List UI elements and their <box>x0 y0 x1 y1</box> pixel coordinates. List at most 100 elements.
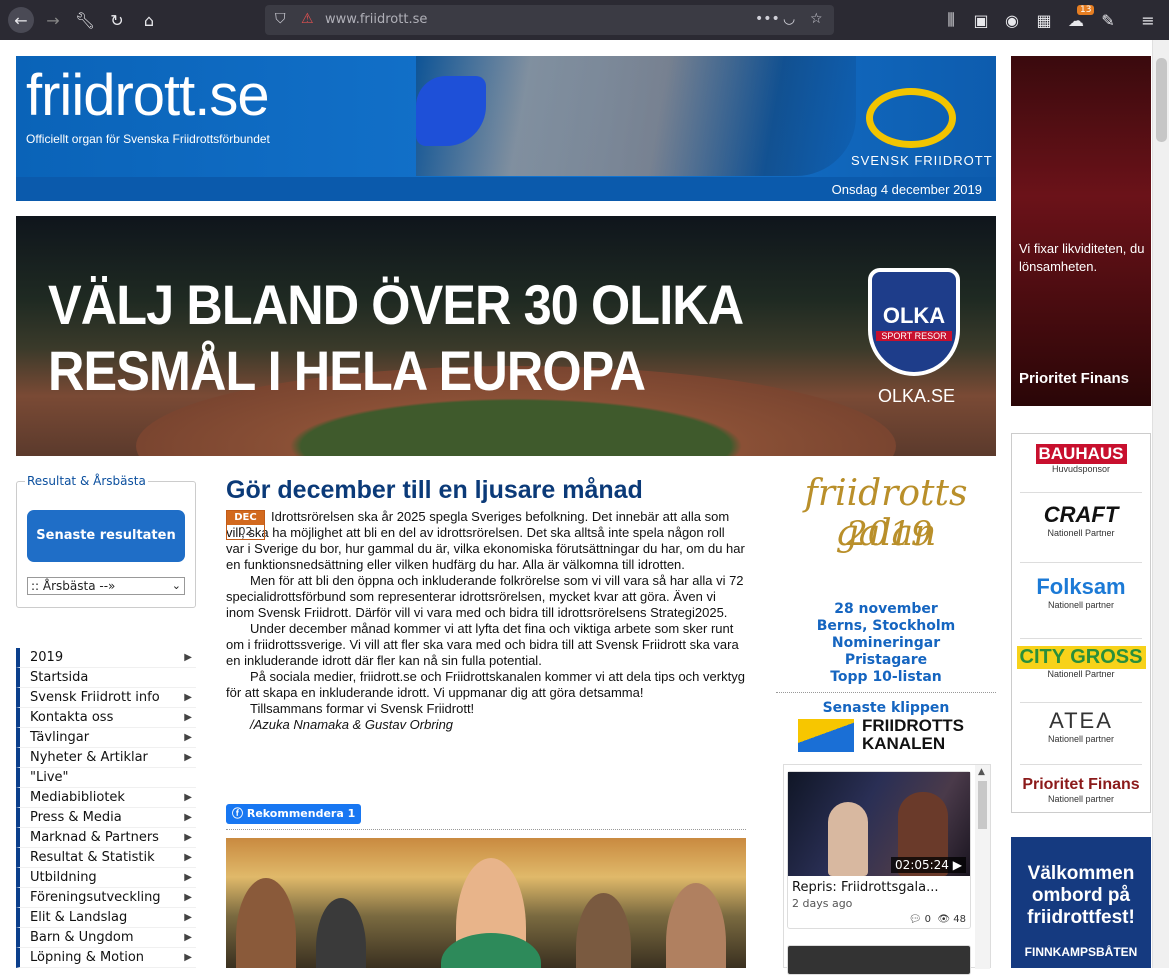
nav-item-lopning-motion[interactable]: Löpning & Motion ▶ <box>16 948 196 968</box>
article-body: Idrottsrörelsen ska år 2025 spegla Sveri… <box>226 509 746 733</box>
prioritet-ad-brand: Prioritet Finans <box>1019 370 1130 387</box>
page-scrollbar[interactable] <box>1152 40 1169 968</box>
gala-links: 28 november Berns, Stockholm Nomineringa… <box>776 601 996 686</box>
library-icon[interactable]: ⫼ <box>938 7 964 33</box>
chevron-right-icon: ▶ <box>184 692 192 703</box>
nav-item-foreningsutveckling[interactable]: Föreningsutveckling ▶ <box>16 888 196 908</box>
latest-clips-heading[interactable]: Senaste klippen <box>776 700 996 716</box>
finnkampen-ad-footer: FINNKAMPSBÅTEN <box>1024 945 1138 959</box>
nav-item-live[interactable]: "Live" <box>16 768 196 788</box>
federation-emblem-icon <box>866 88 956 148</box>
url-text[interactable]: www.friidrott.se <box>325 12 427 27</box>
olka-banner-ad[interactable]: VÄLJ BLAND ÖVER 30 OLIKA RESMÅL I HELA E… <box>16 216 996 456</box>
friidrottskanalen-widget: Senaste klippen FRIIDROTTS KANALEN <box>776 700 996 753</box>
sponsor-prioritet[interactable]: Prioritet Finans Nationell partner <box>1016 776 1146 804</box>
forward-icon[interactable]: → <box>40 7 66 33</box>
article-month: DEC <box>227 511 264 525</box>
sidebar-nav: 2019 ▶ Startsida Svensk Friidrott info ▶ K… <box>16 648 196 968</box>
olka-logo-icon: OLKA SPORT RESOR <box>868 268 960 376</box>
video-card[interactable]: 02:05:24 ▶ Repris: Friidrottsgala... 2 d… <box>787 771 971 929</box>
gala-top10-link[interactable]: Topp 10-listan <box>776 669 996 686</box>
results-box: Resultat & Årsbästa Senaste resultaten :… <box>16 474 196 608</box>
nav-item-tavlingar[interactable]: Tävlingar ▶ <box>16 728 196 748</box>
olka-brand: OLKA <box>882 303 946 328</box>
comment-icon: 💬︎ <box>908 914 922 925</box>
chevron-right-icon: ▶ <box>184 852 192 863</box>
views-icon: 👁︎ <box>937 914 951 925</box>
gala-venue[interactable]: Berns, Stockholm <box>776 618 996 635</box>
gala-winners-link[interactable]: Pristagare <box>776 652 996 669</box>
back-icon[interactable]: ← <box>8 7 34 33</box>
browser-toolbar: ← → 🔧︎ ↻ ⌂ ⛉ ⚠ www.friidrott.se ••• ◡ ☆ … <box>0 0 1169 40</box>
site-header[interactable]: friidrott.se Officiellt organ för Svensk… <box>16 56 996 201</box>
menu-icon[interactable]: ≡ <box>1135 7 1161 33</box>
nav-item-svensk-friidrott-info[interactable]: Svensk Friidrott info ▶ <box>16 688 196 708</box>
scroll-up-icon[interactable]: ▲ <box>978 767 985 777</box>
nav-item-nyheter[interactable]: Nyheter & Artiklar ▶ <box>16 748 196 768</box>
federation-name: SVENSK FRIIDROTT <box>851 153 993 168</box>
video-list-scrollbar[interactable]: ▲ <box>975 765 990 969</box>
bookmark-star-icon[interactable]: ☆ <box>810 11 823 27</box>
gala-date[interactable]: 28 november <box>776 601 996 618</box>
prioritet-ad-text: Vi fixar likviditeten, du lönsamheten. <box>1019 241 1145 274</box>
chevron-right-icon: ▶ <box>184 832 192 843</box>
article-paragraph: Idrottsrörelsen ska år 2025 spegla Sveri… <box>226 509 745 572</box>
chevron-right-icon: ▶ <box>184 892 192 903</box>
nav-item-2019[interactable]: 2019 ▶ <box>16 648 196 668</box>
article-date-badge: DEC 02 <box>226 510 265 540</box>
main-article: Gör december till en ljusare månad Idrot… <box>226 475 746 732</box>
nav-item-marknad-partners[interactable]: Marknad & Partners ▶ <box>16 828 196 848</box>
sponsor-atea[interactable]: ATEA Nationell partner <box>1016 708 1146 744</box>
nav-item-kontakta-oss[interactable]: Kontakta oss ▶ <box>16 708 196 728</box>
sponsor-craft[interactable]: CRAFT Nationell Partner <box>1016 502 1146 538</box>
pen-icon[interactable]: ✎ <box>1095 7 1121 33</box>
chevron-down-icon: ⌄ <box>171 579 181 592</box>
site-logo[interactable]: friidrott.se <box>26 62 270 129</box>
chevron-right-icon: ▶ <box>184 752 192 763</box>
video-thumbnail[interactable]: 02:05:24 ▶ <box>788 772 970 876</box>
chevron-right-icon: ▶ <box>184 872 192 883</box>
nav-item-utbildning[interactable]: Utbildning ▶ <box>16 868 196 888</box>
chevron-right-icon: ▶ <box>184 912 192 923</box>
insecure-lock-icon[interactable]: ⚠ <box>301 11 314 27</box>
video-title[interactable]: Repris: Friidrottsgala... <box>788 876 970 895</box>
pocket-icon[interactable]: ◡ <box>783 11 795 27</box>
url-bar[interactable]: ⛉ ⚠ www.friidrott.se ••• ◡ ☆ <box>265 5 834 35</box>
scrollbar-thumb[interactable] <box>1156 58 1167 142</box>
sponsor-city-gross[interactable]: CITY GROSS Nationell Partner <box>1016 646 1146 679</box>
extension-icon[interactable]: ▦ <box>1031 7 1057 33</box>
nav-item-barn-ungdom[interactable]: Barn & Ungdom ▶ <box>16 928 196 948</box>
gala-nominations-link[interactable]: Nomineringar <box>776 635 996 652</box>
friidrottskanalen-logo[interactable]: FRIIDROTTS KANALEN <box>798 717 978 755</box>
sponsor-folksam[interactable]: Folksam Nationell partner <box>1016 574 1146 610</box>
prioritet-finans-ad[interactable]: Vi fixar likviditeten, du lönsamheten. P… <box>1011 56 1151 406</box>
nav-item-startsida[interactable]: Startsida <box>16 668 196 688</box>
home-icon[interactable]: ⌂ <box>136 7 162 33</box>
wrench-icon[interactable]: 🔧︎ <box>72 7 98 33</box>
sponsor-bauhaus[interactable]: BAUHAUS Huvudsponsor <box>1016 444 1146 474</box>
video-list[interactable]: 02:05:24 ▶ Repris: Friidrottsgala... 2 d… <box>783 764 991 975</box>
account-icon[interactable]: ◉ <box>999 7 1025 33</box>
friidrottsgalan-promo[interactable]: friidrotts galan 2019 28 november Berns,… <box>776 474 996 689</box>
runners-photo[interactable] <box>226 838 746 968</box>
latest-results-button[interactable]: Senaste resultaten <box>27 510 185 562</box>
article-title[interactable]: Gör december till en ljusare månad <box>226 475 746 505</box>
video-card[interactable] <box>787 945 971 975</box>
season-best-select[interactable]: :: Årsbästa --» ⌄ <box>27 577 185 595</box>
sponsor-list: BAUHAUS Huvudsponsor CRAFT Nationell Par… <box>1011 433 1151 813</box>
facebook-recommend-button[interactable]: ⓕ Rekommendera 1 <box>226 804 361 824</box>
sidebar-icon[interactable]: ▣ <box>968 7 994 33</box>
chevron-right-icon: ▶ <box>184 732 192 743</box>
shield-icon[interactable]: ⛉ <box>275 11 286 27</box>
nav-item-resultat-statistik[interactable]: Resultat & Statistik ▶ <box>16 848 196 868</box>
finnkampen-ad[interactable]: Välkommen ombord på friidrottfest! FINNK… <box>1011 837 1151 968</box>
page-actions-icon[interactable]: ••• <box>755 11 780 27</box>
nav-item-elit-landslag[interactable]: Elit & Landslag ▶ <box>16 908 196 928</box>
results-legend: Resultat & Årsbästa <box>25 474 148 488</box>
nav-item-press-media[interactable]: Press & Media ▶ <box>16 808 196 828</box>
nav-item-mediabibliotek[interactable]: Mediabibliotek ▶ <box>16 788 196 808</box>
olka-site: OLKA.SE <box>878 386 956 406</box>
gala-logo: friidrotts galan 2019 <box>804 473 968 555</box>
site-tagline: Officiellt organ för Svenska Friidrottsf… <box>26 132 270 146</box>
reload-icon[interactable]: ↻ <box>104 7 130 33</box>
